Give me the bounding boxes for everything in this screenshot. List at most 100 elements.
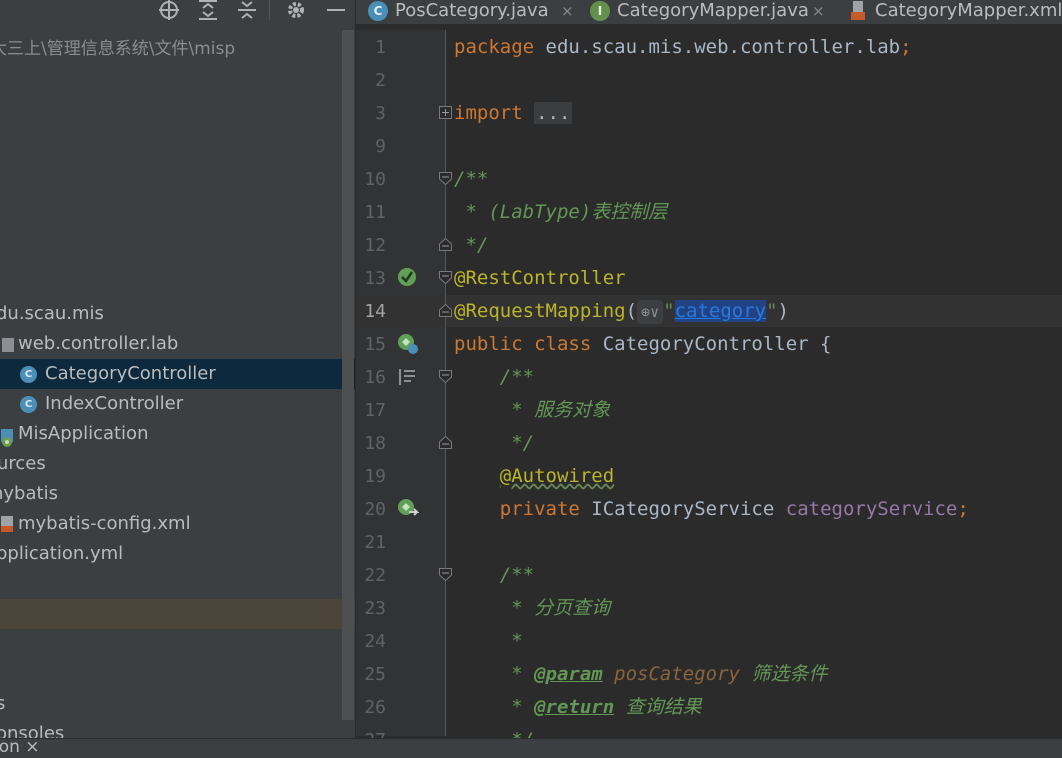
code-line[interactable]: */ bbox=[454, 724, 534, 738]
structure-icon[interactable] bbox=[397, 367, 417, 387]
code-line[interactable]: private ICategoryService categoryService… bbox=[454, 493, 969, 526]
bottom-tool-window-bar: ion × bbox=[0, 737, 1062, 758]
fold-expand-icon[interactable] bbox=[439, 106, 452, 119]
keyword: public class bbox=[454, 333, 592, 355]
tree-item-label: urces bbox=[0, 453, 46, 474]
tree-item-label: nybatis bbox=[0, 483, 58, 504]
project-toolbar bbox=[0, 0, 355, 28]
code-line[interactable]: * @param posCategory 筛选条件 bbox=[454, 658, 827, 691]
folder-icon bbox=[2, 338, 14, 352]
selected-string[interactable]: category bbox=[674, 300, 767, 322]
tree-item-resources[interactable]: urces bbox=[0, 449, 355, 479]
xml-file-icon bbox=[848, 1, 868, 21]
doc-comment: * bbox=[454, 663, 535, 685]
fold-collapse-icon[interactable] bbox=[439, 370, 452, 383]
line-number: 18 bbox=[364, 433, 386, 454]
tab-label: PosCategory.java bbox=[395, 0, 549, 21]
url-inlay-hint[interactable]: ⊕∨ bbox=[637, 299, 664, 324]
gutter-separator bbox=[445, 30, 446, 736]
code-line[interactable]: /** bbox=[454, 163, 488, 196]
tab-bar-border bbox=[356, 24, 1062, 30]
tree-item-scratches[interactable]: s bbox=[0, 689, 355, 719]
project-root-path: 大三上\管理信息系统\文件\misp bbox=[0, 39, 236, 59]
line-number: 17 bbox=[364, 400, 386, 421]
class-icon: C bbox=[368, 1, 388, 21]
tab-pos-category[interactable]: C PosCategory.java × bbox=[368, 0, 578, 24]
doc-comment: * bbox=[454, 696, 535, 718]
code-line-current[interactable]: @RequestMapping(⊕∨ "category") bbox=[454, 295, 789, 328]
close-icon[interactable]: × bbox=[812, 0, 825, 22]
code-line[interactable]: package edu.scau.mis.web.controller.lab; bbox=[454, 31, 912, 64]
code-line[interactable]: * @return 查询结果 bbox=[454, 691, 701, 724]
line-number: 20 bbox=[364, 499, 386, 520]
line-number: 9 bbox=[375, 136, 386, 157]
autowired-navigate-icon[interactable] bbox=[397, 498, 420, 518]
code-line[interactable]: */ bbox=[454, 427, 534, 460]
tab-category-mapper-java[interactable]: I CategoryMapper.java × bbox=[590, 0, 830, 24]
tree-item-highlighted[interactable] bbox=[0, 599, 355, 629]
expand-all-icon[interactable] bbox=[197, 0, 219, 22]
fold-end-icon[interactable] bbox=[439, 304, 452, 317]
tree-item-web-controller-lab[interactable]: web.controller.lab bbox=[0, 329, 355, 359]
code-line[interactable]: * 服务对象 bbox=[454, 394, 610, 427]
hide-icon[interactable] bbox=[325, 0, 347, 22]
tree-item-mybatis-config[interactable]: mybatis-config.xml bbox=[0, 509, 355, 539]
tree-item-mybatis[interactable]: nybatis bbox=[0, 479, 355, 509]
code-line[interactable]: /** bbox=[454, 559, 534, 592]
collapse-all-icon[interactable] bbox=[236, 0, 258, 22]
code-line[interactable]: /** bbox=[454, 361, 534, 394]
code-line[interactable]: * (LabType)表控制层 bbox=[454, 196, 667, 229]
package-name: edu.scau.mis.web.controller.lab bbox=[534, 36, 901, 58]
spring-app-icon bbox=[0, 427, 15, 447]
locate-icon[interactable] bbox=[158, 0, 180, 22]
fold-collapse-icon[interactable] bbox=[439, 271, 452, 284]
line-number: 27 bbox=[356, 724, 386, 738]
tree-item-application-yml[interactable]: pplication.yml bbox=[0, 539, 355, 569]
fold-collapse-icon[interactable] bbox=[439, 172, 452, 185]
folded-imports[interactable]: ... bbox=[534, 102, 573, 124]
bottom-tab-label[interactable]: ion × bbox=[0, 737, 40, 757]
tab-label: CategoryMapper.xml bbox=[875, 0, 1062, 21]
fold-end-icon[interactable] bbox=[439, 436, 452, 449]
code-line[interactable]: */ bbox=[454, 229, 488, 262]
code-line[interactable]: public class CategoryController { bbox=[454, 328, 832, 361]
code-line[interactable]: * 分页查询 bbox=[454, 592, 610, 625]
interface-icon: I bbox=[590, 1, 610, 21]
keyword: package bbox=[454, 36, 535, 58]
fold-end-icon[interactable] bbox=[439, 238, 452, 251]
line-number: 3 bbox=[375, 103, 386, 124]
line-number: 25 bbox=[364, 664, 386, 685]
tree-item-label: CategoryController bbox=[45, 363, 216, 384]
tree-item-consoles[interactable]: onsoles bbox=[0, 719, 355, 738]
line-number: 19 bbox=[364, 466, 386, 487]
class-icon: C bbox=[20, 396, 37, 413]
javadoc-tag: @param bbox=[534, 663, 603, 685]
tree-item-category-controller[interactable]: C CategoryController bbox=[0, 359, 355, 389]
tree-item-mis-application[interactable]: MisApplication bbox=[0, 419, 355, 449]
gear-icon[interactable] bbox=[285, 0, 307, 22]
fold-collapse-icon[interactable] bbox=[439, 568, 452, 581]
line-number: 11 bbox=[364, 202, 386, 223]
paren: ( bbox=[625, 300, 638, 322]
close-icon[interactable]: × bbox=[561, 0, 574, 22]
annotation: @RequestMapping bbox=[454, 300, 626, 322]
spring-bean-icon[interactable] bbox=[397, 267, 417, 287]
code-line[interactable]: import ... bbox=[454, 97, 573, 130]
doc-comment: * bbox=[454, 201, 489, 223]
javadoc-param: posCategory bbox=[614, 663, 741, 685]
tab-category-mapper-xml[interactable]: CategoryMapper.xml bbox=[848, 0, 1062, 24]
string-quote: " bbox=[766, 300, 778, 322]
line-number: 16 bbox=[364, 367, 386, 388]
code-line[interactable]: * bbox=[454, 625, 522, 658]
code-line[interactable]: @RestController bbox=[454, 262, 626, 295]
line-number: 26 bbox=[364, 697, 386, 718]
project-scrollbar[interactable] bbox=[342, 30, 354, 720]
spring-bean-navigate-icon[interactable] bbox=[397, 333, 418, 354]
code-line[interactable]: @Autowired bbox=[454, 460, 614, 493]
tree-item-label: du.scau.mis bbox=[0, 303, 104, 324]
tree-item-label: IndexController bbox=[45, 393, 184, 414]
tree-item-index-controller[interactable]: C IndexController bbox=[0, 389, 355, 419]
tab-label: CategoryMapper.java bbox=[617, 0, 809, 21]
tree-item-package[interactable]: du.scau.mis bbox=[0, 299, 355, 329]
